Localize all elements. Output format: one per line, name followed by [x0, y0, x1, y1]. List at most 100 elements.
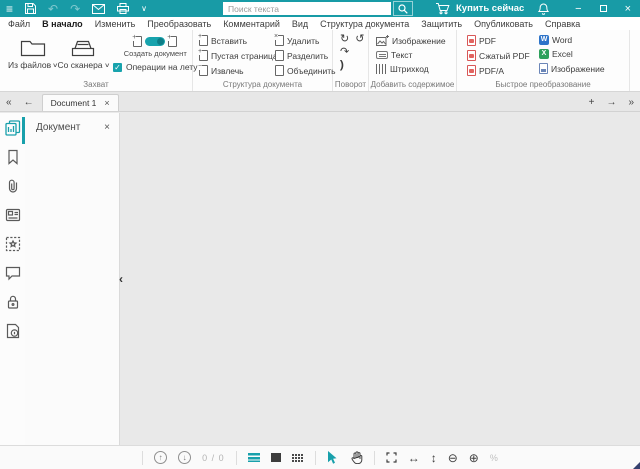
merge-button[interactable]: Объединить [275, 65, 336, 76]
rotate-left-icon[interactable]: ↺ [355, 33, 364, 45]
scroll-tabs-right-button[interactable]: → [600, 97, 622, 111]
email-button[interactable] [86, 0, 111, 17]
multi-page-icon: + [168, 36, 177, 47]
sidebar-item-document-info[interactable] [5, 323, 21, 339]
menu-publish[interactable]: Опубликовать [474, 19, 533, 29]
sidebar-item-bookmarks[interactable] [5, 149, 21, 165]
convert-image-button[interactable]: Изображение [539, 63, 605, 74]
notifications-button[interactable] [529, 0, 558, 17]
document-info-icon [5, 323, 21, 339]
page-split-icon [275, 50, 284, 61]
panel-collapse-handle[interactable]: ‹ [119, 273, 123, 285]
new-tab-button[interactable]: + [583, 97, 601, 111]
sidebar-item-pages[interactable] [5, 120, 21, 136]
undo-button[interactable]: ↶ [42, 0, 64, 17]
quickbar-dropdown[interactable]: ∨ [135, 0, 153, 17]
sidebar-item-stamps[interactable] [5, 236, 21, 252]
zoom-in-button[interactable]: ⊕ [469, 452, 479, 464]
scroll-tabs-end-button[interactable]: » [622, 97, 640, 111]
hand-icon [350, 451, 363, 464]
menu-view[interactable]: Вид [292, 19, 308, 29]
search-input[interactable] [223, 2, 391, 15]
fit-height-button[interactable]: ↕ [431, 452, 437, 464]
rotate-180-icon[interactable]: ↷ [340, 46, 349, 58]
extract-button[interactable]: −Извлечь [199, 65, 271, 76]
save-button[interactable] [19, 0, 42, 17]
delete-label: Удалить [287, 36, 319, 46]
add-barcode-button[interactable]: Штрихкод [376, 64, 456, 74]
workspace: Документ × ‹ [0, 113, 640, 445]
maximize-button[interactable] [591, 0, 616, 17]
scroll-tabs-start-button[interactable]: « [0, 97, 18, 111]
menu-comment[interactable]: Комментарий [223, 19, 280, 29]
window-resize-grip[interactable] [633, 462, 640, 469]
next-page-button[interactable]: ↓ [178, 451, 191, 464]
menu-file[interactable]: Файл [8, 19, 30, 29]
separator [315, 451, 316, 465]
print-button[interactable] [111, 0, 135, 17]
rotate-arc-icon[interactable]: ) [340, 59, 344, 71]
group-label-convert: Быстрое преобразование [457, 80, 629, 89]
add-image-button[interactable]: Изображение [376, 35, 456, 46]
text-box-icon [376, 51, 388, 59]
menu-edit[interactable]: Изменить [95, 19, 136, 29]
stamp-icon [5, 236, 21, 252]
panel-close-icon[interactable]: × [104, 122, 110, 133]
zoom-out-button[interactable]: ⊖ [448, 452, 458, 464]
blank-page-button[interactable]: +Пустая страница [199, 50, 271, 61]
convert-word-button[interactable]: WWord [539, 35, 605, 45]
insert-button[interactable]: +Вставить [199, 35, 271, 46]
fit-width-button[interactable]: ↔ [408, 452, 420, 464]
previous-page-button[interactable]: ↑ [154, 451, 167, 464]
excel-file-icon: X [539, 49, 549, 59]
continuous-view-button[interactable] [248, 453, 260, 462]
rotate-right-icon[interactable]: ↻ [340, 33, 349, 45]
buy-now-button[interactable]: Купить сейчас [435, 2, 524, 15]
menu-help[interactable]: Справка [545, 19, 580, 29]
hand-tool-button[interactable] [350, 451, 363, 464]
search-button[interactable] [393, 1, 413, 16]
convert-compressed-pdf-label: Сжатый PDF [479, 51, 530, 61]
lock-icon [5, 294, 21, 310]
sidebar-item-attachments[interactable] [5, 178, 21, 194]
fullscreen-icon [386, 452, 397, 463]
select-tool-button[interactable] [327, 451, 339, 464]
paperclip-icon [5, 178, 21, 194]
menu-document-structure[interactable]: Структура документа [320, 19, 409, 29]
main-menu-button[interactable]: ≡ [0, 0, 19, 17]
create-document-toggle[interactable] [145, 37, 165, 46]
cursor-icon [327, 451, 339, 464]
document-tab[interactable]: Document 1 × [42, 94, 119, 111]
sidebar-item-form-fields[interactable] [5, 207, 21, 223]
bookmark-icon [5, 149, 21, 165]
checkbox-checked-icon[interactable]: ✓ [113, 63, 122, 72]
create-document-label: Создать документ [124, 49, 187, 58]
menu-protect[interactable]: Защитить [421, 19, 462, 29]
window-controls: − × [529, 0, 640, 17]
grid-view-button[interactable] [292, 453, 304, 462]
menu-home[interactable]: В начало [42, 19, 83, 29]
convert-pdf-button[interactable]: PDF [467, 35, 531, 46]
menu-convert[interactable]: Преобразовать [147, 19, 211, 29]
sidebar-item-comments[interactable] [5, 265, 21, 281]
on-the-fly-checkbox-row[interactable]: ✓ Операции на лету [113, 62, 198, 72]
split-label: Разделить [287, 51, 328, 61]
add-text-button[interactable]: Текст [376, 50, 456, 60]
minimize-button[interactable]: − [566, 0, 590, 17]
single-page-view-button[interactable] [271, 453, 281, 462]
tab-close-icon[interactable]: × [104, 98, 109, 108]
convert-pdfa-button[interactable]: PDF/A [467, 65, 531, 76]
fullscreen-button[interactable] [386, 452, 397, 463]
split-button[interactable]: Разделить [275, 50, 336, 61]
group-label-structure: Структура документа [193, 80, 332, 89]
scroll-tabs-left-button[interactable]: ← [18, 97, 40, 111]
redo-button[interactable]: ↷ [64, 0, 86, 17]
merge-label: Объединить [287, 66, 336, 76]
delete-button[interactable]: ×Удалить [275, 35, 336, 46]
page-merge-icon [275, 65, 284, 76]
group-label-add-content: Добавить содержимое [369, 80, 456, 89]
convert-compressed-pdf-button[interactable]: Сжатый PDF [467, 50, 531, 61]
close-button[interactable]: × [616, 0, 640, 17]
convert-excel-button[interactable]: XExcel [539, 49, 605, 59]
sidebar-item-security[interactable] [5, 294, 21, 310]
